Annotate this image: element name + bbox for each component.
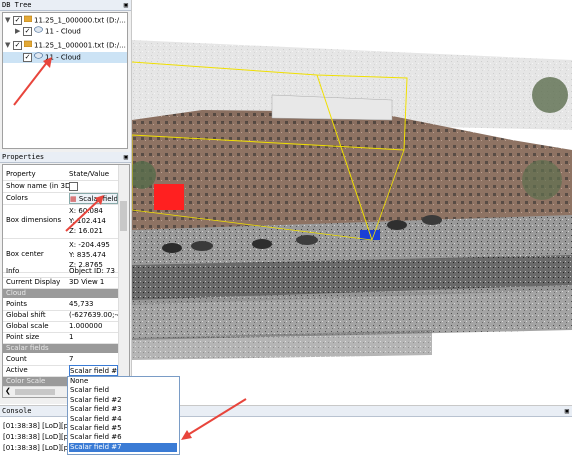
console-title: Console <box>2 407 32 415</box>
console-line: [01:38:38] [LoD][pa <box>3 444 73 452</box>
dropdown-option[interactable]: Scalar field #6 <box>69 433 177 442</box>
row-current-display: Current Display 3D View 1 <box>3 277 118 289</box>
show-name-checkbox[interactable] <box>69 181 78 191</box>
expand-arrow-icon[interactable]: ▼ <box>5 40 13 51</box>
properties-title: Properties <box>2 153 45 161</box>
3d-view-canvas[interactable] <box>128 0 572 404</box>
console-line: [01:38:38] [LoD][pa <box>3 433 73 441</box>
section-cloud: Cloud <box>3 289 118 298</box>
expand-arrow-icon[interactable]: ▼ <box>5 15 13 26</box>
float-panel-icon[interactable]: ▣ <box>124 152 128 163</box>
point-size-spinbox[interactable]: 1 <box>69 332 118 343</box>
scrollbar-thumb[interactable] <box>120 201 127 231</box>
visibility-checkbox[interactable]: ✓ <box>13 16 22 25</box>
dropdown-option-selected[interactable]: Scalar field #7 <box>69 442 177 453</box>
visibility-checkbox[interactable]: ✓ <box>23 27 32 36</box>
properties-title-bar: Properties ▣ <box>0 152 131 163</box>
active-scalar-select[interactable]: Scalar field #7 <box>69 365 118 376</box>
section-scalar-fields: Scalar fields <box>3 344 118 353</box>
tree-item-file-2[interactable]: ▼ ✓ 11.25_1_000001.txt (D:/... <box>5 40 126 51</box>
tree-item-file-1[interactable]: ▼ ✓ 11.25_1_000000.txt (D:/... <box>5 15 126 26</box>
dropdown-option[interactable]: Scalar field <box>69 386 177 395</box>
console-line: [01:38:38] [LoD][pa <box>3 422 73 430</box>
float-panel-icon[interactable]: ▣ <box>124 0 128 11</box>
folder-icon <box>23 15 33 26</box>
scrollbar-thumb[interactable] <box>15 389 55 395</box>
db-tree-title: DB Tree <box>2 1 32 9</box>
dropdown-option[interactable]: Scalar field #5 <box>69 424 177 433</box>
dropdown-option[interactable]: Scalar field #4 <box>69 415 177 424</box>
point-cloud-render <box>128 0 572 404</box>
scalar-field-dropdown-list[interactable]: None Scalar field Scalar field #2 Scalar… <box>67 376 180 455</box>
dropdown-option[interactable]: Scalar field #2 <box>69 396 177 405</box>
row-point-size: Point size 1 <box>3 332 118 344</box>
dropdown-option-none[interactable]: None <box>69 377 177 386</box>
row-show-name: Show name (in 3D) <box>3 181 118 193</box>
db-tree-title-bar: DB Tree ▣ <box>0 0 131 11</box>
annotation-arrow-tree <box>13 57 52 106</box>
float-panel-icon[interactable]: ▣ <box>565 406 569 417</box>
properties-vertical-scrollbar[interactable] <box>118 165 129 386</box>
current-display-select[interactable]: 3D View 1 <box>69 277 118 288</box>
visibility-checkbox[interactable]: ✓ <box>13 41 22 50</box>
cloud-icon <box>34 26 43 37</box>
dropdown-option[interactable]: Scalar field #3 <box>69 405 177 414</box>
collapse-arrow-icon[interactable]: ▶ <box>15 26 23 37</box>
folder-icon <box>23 40 33 51</box>
scroll-left-icon[interactable]: ❮ <box>5 387 11 395</box>
tree-item-cloud-1[interactable]: ▶ ✓ 11 - Cloud <box>15 26 81 37</box>
table-header: Property State/Value <box>3 169 118 181</box>
left-panel: DB Tree ▣ ▼ ✓ 11.25_1_000000.txt (D:/... ▶… <box>0 0 132 404</box>
red-highlight <box>154 184 184 210</box>
annotation-arrow-colors <box>65 195 104 232</box>
annotation-arrow-dropdown <box>181 398 247 440</box>
